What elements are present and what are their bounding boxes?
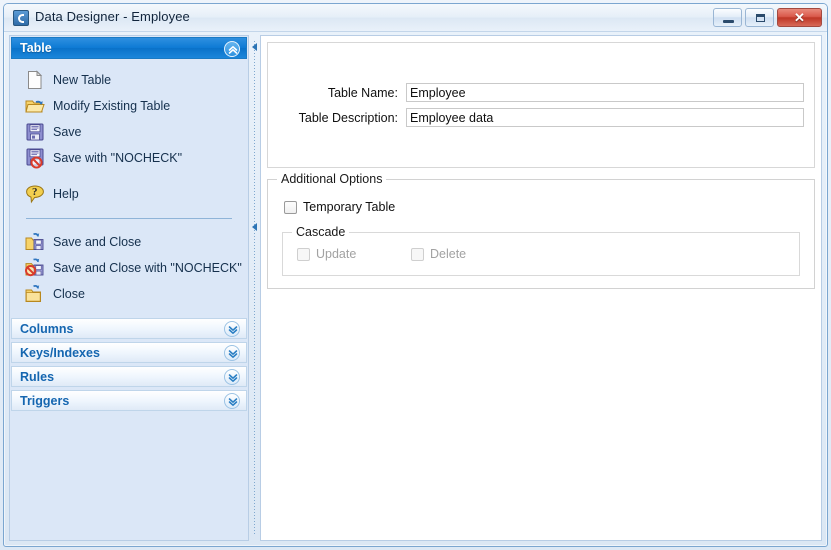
floppy-disk-icon: [24, 121, 46, 143]
nav-item-help-label: Help: [53, 187, 79, 201]
floppy-disk-no-check-icon: [24, 147, 46, 169]
cascade-delete-checkbox: [411, 247, 424, 261]
table-name-label: Table Name:: [327, 85, 398, 100]
temporary-table-checkbox[interactable]: [284, 200, 297, 214]
section-header-triggers-label: Triggers: [20, 393, 70, 408]
close-button[interactable]: ✕: [777, 8, 822, 27]
minimize-button[interactable]: [713, 8, 742, 27]
nav-item-modify-existing-table[interactable]: Modify Existing Table: [10, 93, 248, 119]
splitter-collapse-arrow-bottom[interactable]: [251, 223, 259, 232]
temporary-table-label: Temporary Table: [303, 200, 396, 214]
nav-item-save-nocheck[interactable]: Save with "NOCHECK": [10, 145, 248, 171]
section-header-rules-label: Rules: [20, 369, 55, 384]
maximize-button[interactable]: [745, 8, 774, 27]
section-header-columns[interactable]: Columns: [11, 318, 247, 339]
new-document-icon: [24, 69, 46, 91]
section-header-table[interactable]: Table: [11, 37, 247, 59]
nav-item-new-table-label: New Table: [53, 73, 112, 87]
section-header-triggers[interactable]: Triggers: [11, 390, 247, 411]
cascade-delete-label: Delete: [430, 247, 467, 261]
close-icon: ✕: [794, 10, 805, 25]
additional-options-group: Additional Options Temporary Table Casca…: [267, 172, 815, 289]
table-description-input[interactable]: [406, 108, 804, 127]
table-info-panel: Table Name: Table Description:: [267, 42, 815, 168]
table-name-input[interactable]: [406, 83, 804, 102]
additional-options-title: Additional Options: [277, 172, 387, 186]
app-icon: [13, 10, 29, 26]
cascade-update-checkbox: [297, 247, 310, 261]
section-header-columns-label: Columns: [20, 321, 74, 336]
chevron-down-icon[interactable]: [224, 393, 240, 409]
folder-save-no-check-icon: [24, 257, 46, 279]
window-frame: Data Designer - Employee ✕ Table New Tab…: [3, 3, 828, 547]
section-header-rules[interactable]: Rules: [11, 366, 247, 387]
cascade-update-label: Update: [316, 247, 357, 261]
open-folder-icon: [24, 95, 46, 117]
splitter-grip: [254, 41, 255, 535]
pane-splitter[interactable]: [250, 35, 259, 541]
section-body-table: New Table Modify Existing Table Save Sav…: [10, 59, 248, 411]
minimize-icon: [723, 20, 734, 23]
nav-item-new-table[interactable]: New Table: [10, 67, 248, 93]
question-balloon-icon: ?: [24, 183, 46, 205]
section-header-table-label: Table: [20, 41, 52, 55]
temporary-table-checkbox-row[interactable]: Temporary Table: [284, 200, 395, 214]
folder-save-icon: [24, 231, 46, 253]
cascade-title: Cascade: [292, 225, 350, 239]
divider: [26, 218, 232, 219]
cascade-group: Cascade Update Delete: [282, 225, 800, 276]
table-description-label: Table Description:: [298, 110, 398, 125]
field-row-table-name: Table Name:: [268, 83, 804, 102]
application-window: Data Designer - Employee ✕ Table New Tab…: [0, 0, 831, 550]
section-header-keys-indexes[interactable]: Keys/Indexes: [11, 342, 247, 363]
nav-item-save-label: Save: [53, 125, 82, 139]
nav-item-close-label: Close: [53, 287, 85, 301]
nav-item-close[interactable]: Close: [10, 281, 248, 307]
nav-item-save-and-close-nocheck[interactable]: Save and Close with "NOCHECK": [10, 255, 248, 281]
nav-item-save-and-close[interactable]: Save and Close: [10, 229, 248, 255]
splitter-collapse-arrow-top[interactable]: [251, 43, 259, 52]
svg-text:?: ?: [32, 186, 38, 198]
maximize-icon: [756, 14, 765, 22]
folder-close-icon: [24, 283, 46, 305]
nav-item-save-and-close-label: Save and Close: [53, 235, 142, 249]
nav-item-save[interactable]: Save: [10, 119, 248, 145]
section-header-keys-indexes-label: Keys/Indexes: [20, 345, 100, 360]
nav-item-save-nocheck-label: Save with "NOCHECK": [53, 151, 183, 165]
window-controls: ✕: [713, 8, 822, 27]
nav-item-modify-existing-table-label: Modify Existing Table: [53, 99, 171, 113]
cascade-delete-checkbox-row: Delete: [411, 247, 466, 261]
navigation-pane: Table New Table Modify Existing Table Sa…: [9, 35, 249, 541]
client-area: Table New Table Modify Existing Table Sa…: [4, 32, 827, 546]
chevron-down-icon[interactable]: [224, 321, 240, 337]
chevron-down-icon[interactable]: [224, 369, 240, 385]
nav-item-save-and-close-nocheck-label: Save and Close with "NOCHECK": [53, 261, 242, 275]
chevron-down-icon[interactable]: [224, 345, 240, 361]
window-title: Data Designer - Employee: [35, 9, 190, 24]
chevron-up-icon[interactable]: [224, 41, 240, 57]
title-bar: Data Designer - Employee ✕: [4, 4, 827, 32]
main-content: Table Name: Table Description: Additiona…: [260, 35, 822, 541]
cascade-update-checkbox-row: Update: [297, 247, 356, 261]
nav-item-help[interactable]: ? Help: [10, 181, 248, 207]
field-row-table-description: Table Description:: [268, 108, 804, 127]
